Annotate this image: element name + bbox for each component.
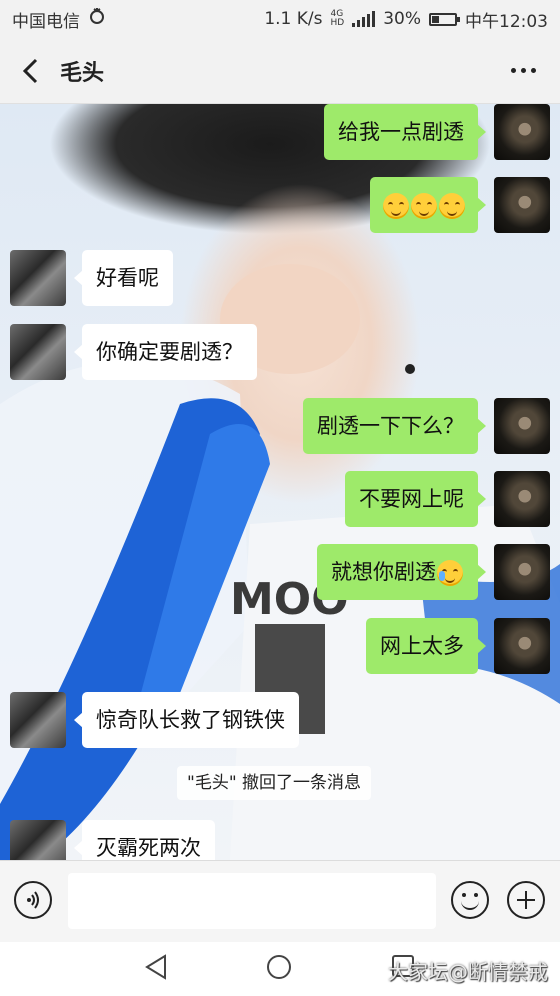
- message-bubble-mine[interactable]: 剧透一下下么？: [303, 398, 486, 454]
- message-text: 剧透一下下么？: [317, 414, 464, 438]
- my-avatar[interactable]: [494, 177, 550, 233]
- watermark-text: 大家坛@断情禁戒: [388, 960, 548, 984]
- emoji-picker-icon[interactable]: [451, 881, 489, 919]
- voice-input-icon[interactable]: [14, 881, 52, 919]
- back-arrow-icon[interactable]: [6, 38, 56, 104]
- message-text: 灭霸死两次: [96, 836, 201, 860]
- status-bar: 中国电信 1.1 K/s 4G HD 30% 中午12:03: [0, 0, 560, 38]
- network-type-icon: 4G HD: [331, 10, 345, 28]
- more-actions-plus-icon[interactable]: [507, 881, 545, 919]
- message-row: 给我一点剧透: [324, 104, 550, 160]
- message-bubble-mine[interactable]: 就想你剧透: [317, 544, 486, 600]
- my-avatar[interactable]: [494, 544, 550, 600]
- contact-avatar[interactable]: [10, 250, 66, 306]
- chat-header: 毛头: [0, 38, 560, 104]
- my-avatar[interactable]: [494, 104, 550, 160]
- message-bubble-theirs[interactable]: 好看呢: [74, 250, 173, 306]
- input-toolbar: [0, 860, 560, 942]
- contact-avatar[interactable]: [10, 692, 66, 748]
- notification-icon: [88, 7, 106, 31]
- contact-avatar[interactable]: [10, 820, 66, 860]
- my-avatar[interactable]: [494, 398, 550, 454]
- message-text: 给我一点剧透: [338, 120, 464, 144]
- message-text: 不要网上呢: [359, 487, 464, 511]
- chat-message-list[interactable]: MOO 给我一点剧透 好看呢 你确定要剧透？ 剧透一下下么？ 不要网上呢 就想你…: [0, 104, 560, 860]
- message-row: 好看呢: [10, 250, 173, 306]
- message-row: 惊奇队长救了钢铁侠: [10, 692, 299, 748]
- message-text: 惊奇队长救了钢铁侠: [96, 708, 285, 732]
- message-text: 就想你剧透: [331, 560, 436, 584]
- carrier-label: 中国电信: [12, 11, 80, 32]
- contact-avatar[interactable]: [10, 324, 66, 380]
- message-bubble-theirs[interactable]: 灭霸死两次: [74, 820, 215, 860]
- message-row: 你确定要剧透？: [10, 324, 257, 380]
- message-row: 就想你剧透: [317, 544, 550, 600]
- message-row: [370, 177, 550, 233]
- network-hd-label: HD: [330, 18, 345, 28]
- message-bubble-mine[interactable]: 给我一点剧透: [324, 104, 486, 160]
- message-bubble-theirs[interactable]: 惊奇队长救了钢铁侠: [74, 692, 299, 748]
- recall-notice: "毛头" 撤回了一条消息: [177, 766, 372, 800]
- message-row: 剧透一下下么？: [303, 398, 550, 454]
- message-text: 你确定要剧透？: [96, 340, 243, 364]
- network-speed: 1.1 K/s: [264, 9, 323, 29]
- my-avatar[interactable]: [494, 618, 550, 674]
- message-text: 网上太多: [380, 634, 464, 658]
- more-options-icon[interactable]: [511, 68, 536, 73]
- nav-home-icon[interactable]: [267, 955, 291, 979]
- message-bubble-mine[interactable]: 网上太多: [366, 618, 486, 674]
- laugh-cry-emoji-icon: [437, 560, 463, 586]
- battery-icon: [429, 12, 460, 26]
- message-row: 网上太多: [366, 618, 550, 674]
- system-navigation-bar: 大家坛@断情禁戒: [0, 942, 560, 996]
- clock: 中午12:03: [465, 11, 548, 32]
- message-bubble-theirs[interactable]: 你确定要剧透？: [74, 324, 257, 380]
- smirk-emoji-icon: [439, 193, 465, 219]
- battery-percent: 30%: [383, 9, 421, 29]
- message-bubble-mine[interactable]: [370, 177, 486, 233]
- signal-icon: [352, 11, 376, 27]
- my-avatar[interactable]: [494, 471, 550, 527]
- message-row: 灭霸死两次: [10, 820, 215, 860]
- message-input[interactable]: [68, 873, 436, 929]
- message-text: 好看呢: [96, 266, 159, 290]
- message-row: 不要网上呢: [345, 471, 550, 527]
- chat-title: 毛头: [60, 60, 105, 86]
- message-bubble-mine[interactable]: 不要网上呢: [345, 471, 486, 527]
- smirk-emoji-icon: [411, 193, 437, 219]
- nav-back-icon[interactable]: [143, 954, 169, 984]
- smirk-emoji-icon: [383, 193, 409, 219]
